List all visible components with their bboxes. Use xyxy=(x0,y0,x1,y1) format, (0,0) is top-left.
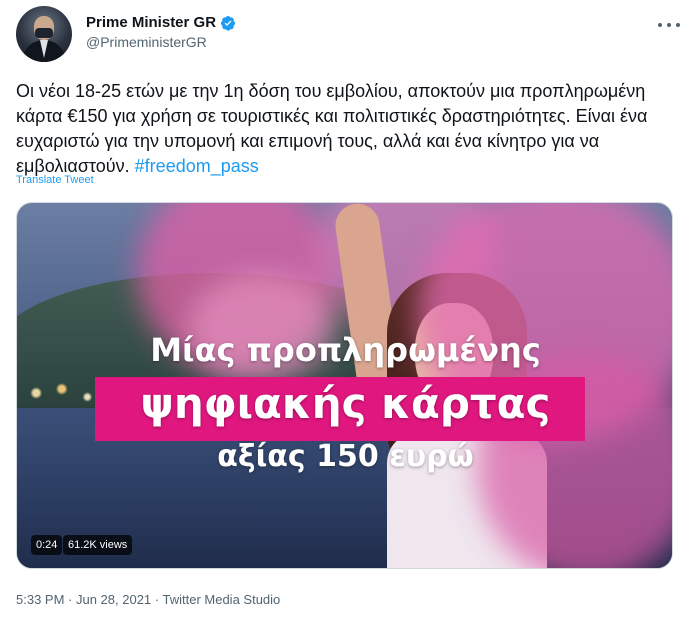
avatar[interactable] xyxy=(16,6,72,62)
video-caption-line2: ψηφιακής κάρτας xyxy=(140,379,551,428)
tweet-date[interactable]: Jun 28, 2021 xyxy=(76,592,151,607)
tweet-metadata: 5:33 PM · Jun 28, 2021 · Twitter Media S… xyxy=(16,592,280,607)
verified-badge-icon xyxy=(220,15,236,31)
avatar-mask xyxy=(35,28,53,38)
name-row: Prime Minister GR xyxy=(86,14,236,31)
video-duration-badge: 0:24 xyxy=(31,535,63,555)
video-player[interactable]: Μίας προπληρωμένης ψηφιακής κάρτας αξίας… xyxy=(16,202,673,569)
more-options-icon[interactable] xyxy=(658,18,680,32)
tweet-source[interactable]: Twitter Media Studio xyxy=(163,592,281,607)
hashtag-link[interactable]: #freedom_pass xyxy=(135,156,259,176)
tweet-card: Prime Minister GR @PrimeministerGR Οι νέ… xyxy=(0,0,700,621)
translate-tweet-link[interactable]: Translate Tweet xyxy=(16,174,94,186)
video-caption-line1: Μίας προπληρωμένης xyxy=(150,331,541,369)
video-caption-line3: αξίας 150 ευρώ xyxy=(217,439,474,474)
author-display-name[interactable]: Prime Minister GR xyxy=(86,14,216,31)
tweet-text: Οι νέοι 18-25 ετών με την 1η δόση του εμ… xyxy=(16,79,684,179)
meta-separator: · xyxy=(151,592,163,607)
tweet-header: Prime Minister GR @PrimeministerGR xyxy=(16,4,684,62)
tweet-time[interactable]: 5:33 PM xyxy=(16,592,64,607)
video-views-badge: 61.2K views xyxy=(63,535,133,555)
tweet-body: Οι νέοι 18-25 ετών με την 1η δόση του εμ… xyxy=(16,81,648,176)
meta-separator: · xyxy=(64,592,76,607)
author-handle[interactable]: @PrimeministerGR xyxy=(86,34,207,50)
